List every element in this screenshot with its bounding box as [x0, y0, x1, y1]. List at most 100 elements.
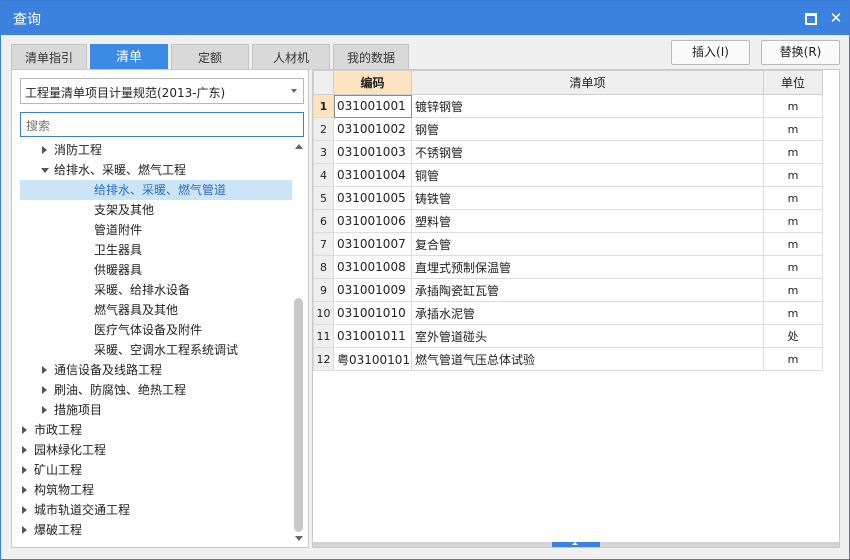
tree-node[interactable]: 给排水、采暖、燃气工程 — [12, 160, 290, 180]
item-cell[interactable]: 室外管道碰头 — [411, 324, 764, 348]
expand-arrow-right-icon[interactable] — [20, 480, 30, 500]
expand-arrow-right-icon[interactable] — [40, 360, 50, 380]
tab-quota[interactable]: 定额 — [171, 44, 249, 70]
tree-node[interactable]: 市政工程 — [12, 420, 290, 440]
tree-node[interactable]: 给排水、采暖、燃气管道 — [20, 180, 292, 200]
unit-cell[interactable]: m — [763, 278, 823, 302]
scroll-up-icon[interactable] — [295, 144, 303, 149]
row-number[interactable]: 4 — [313, 163, 334, 187]
table-row[interactable]: 2 031001002 钢管 m — [313, 117, 823, 141]
tree-node[interactable]: 刷油、防腐蚀、绝热工程 — [12, 380, 290, 400]
item-cell[interactable]: 承插陶瓷缸瓦管 — [411, 278, 764, 302]
code-cell[interactable]: 031001003 — [333, 140, 412, 164]
spec-select[interactable]: 工程量清单项目计量规范(2013-广东) — [20, 78, 304, 104]
search-box[interactable] — [20, 112, 304, 137]
tree-node[interactable]: 构筑物工程 — [12, 480, 290, 500]
tree-node[interactable]: 城市轨道交通工程 — [12, 500, 290, 520]
unit-cell[interactable]: m — [763, 209, 823, 233]
expand-arrow-right-icon[interactable] — [20, 460, 30, 480]
tree-node[interactable]: 消防工程 — [12, 140, 290, 160]
table-row[interactable]: 1 031001001 镀锌钢管 m — [313, 94, 823, 118]
item-cell[interactable]: 不锈钢管 — [411, 140, 764, 164]
table-row[interactable]: 10 031001010 承插水泥管 m — [313, 301, 823, 325]
chevron-up-icon[interactable] — [572, 542, 578, 545]
scroll-down-icon[interactable] — [295, 536, 303, 541]
tree-node[interactable]: 矿山工程 — [12, 460, 290, 480]
tree-node[interactable]: 供暖器具 — [12, 260, 290, 280]
code-cell[interactable]: 031001004 — [333, 163, 412, 187]
code-cell[interactable]: 031001009 — [333, 278, 412, 302]
tree-node[interactable]: 园林绿化工程 — [12, 440, 290, 460]
table-row[interactable]: 8 031001008 直埋式预制保温管 m — [313, 255, 823, 279]
tab-materials[interactable]: 人材机 — [252, 44, 330, 70]
unit-cell[interactable]: 处 — [763, 324, 823, 348]
code-cell[interactable]: 粤031001012 — [333, 347, 412, 371]
code-cell[interactable]: 031001001 — [333, 94, 412, 118]
scroll-thumb[interactable] — [294, 298, 303, 532]
code-cell[interactable]: 031001011 — [333, 324, 412, 348]
unit-cell[interactable]: m — [763, 347, 823, 371]
item-cell[interactable]: 承插水泥管 — [411, 301, 764, 325]
unit-cell[interactable]: m — [763, 301, 823, 325]
item-cell[interactable]: 镀锌钢管 — [411, 94, 764, 118]
tree-node[interactable]: 管道附件 — [12, 220, 290, 240]
item-cell[interactable]: 复合管 — [411, 232, 764, 256]
search-input[interactable] — [24, 114, 298, 137]
expand-arrow-right-icon[interactable] — [20, 420, 30, 440]
row-number[interactable]: 12 — [313, 347, 334, 371]
row-number[interactable]: 3 — [313, 140, 334, 164]
row-number[interactable]: 11 — [313, 324, 334, 348]
tree-node[interactable]: 措施项目 — [12, 400, 290, 420]
row-number[interactable]: 7 — [313, 232, 334, 256]
column-header-unit[interactable]: 单位 — [763, 70, 823, 95]
table-row[interactable]: 9 031001009 承插陶瓷缸瓦管 m — [313, 278, 823, 302]
column-header-item[interactable]: 清单项 — [411, 70, 764, 95]
item-cell[interactable]: 铜管 — [411, 163, 764, 187]
close-icon[interactable]: ✕ — [827, 9, 845, 27]
code-cell[interactable]: 031001002 — [333, 117, 412, 141]
code-cell[interactable]: 031001006 — [333, 209, 412, 233]
item-cell[interactable]: 燃气管道气压总体试验 — [411, 347, 764, 371]
unit-cell[interactable]: m — [763, 163, 823, 187]
code-cell[interactable]: 031001008 — [333, 255, 412, 279]
tree-scrollbar[interactable] — [293, 140, 305, 545]
tab-bill[interactable]: 清单 — [90, 44, 168, 70]
unit-cell[interactable]: m — [763, 232, 823, 256]
row-number[interactable]: 5 — [313, 186, 334, 210]
expand-arrow-down-icon[interactable] — [40, 160, 50, 180]
tree-node[interactable]: 通信设备及线路工程 — [12, 360, 290, 380]
item-cell[interactable]: 直埋式预制保温管 — [411, 255, 764, 279]
code-cell[interactable]: 031001005 — [333, 186, 412, 210]
code-cell[interactable]: 031001007 — [333, 232, 412, 256]
expand-arrow-right-icon[interactable] — [40, 140, 50, 160]
table-row[interactable]: 12 粤031001012 燃气管道气压总体试验 m — [313, 347, 823, 371]
tree-node[interactable]: 爆破工程 — [12, 520, 290, 540]
maximize-icon[interactable] — [801, 9, 819, 27]
expand-arrow-right-icon[interactable] — [20, 440, 30, 460]
unit-cell[interactable]: m — [763, 255, 823, 279]
expand-arrow-right-icon[interactable] — [20, 520, 30, 540]
item-cell[interactable]: 钢管 — [411, 117, 764, 141]
table-row[interactable]: 5 031001005 铸铁管 m — [313, 186, 823, 210]
item-cell[interactable]: 铸铁管 — [411, 186, 764, 210]
row-number[interactable]: 6 — [313, 209, 334, 233]
tree-node[interactable]: 医疗气体设备及附件 — [12, 320, 290, 340]
expand-arrow-right-icon[interactable] — [40, 400, 50, 420]
table-row[interactable]: 4 031001004 铜管 m — [313, 163, 823, 187]
tab-my-data[interactable]: 我的数据 — [333, 44, 409, 70]
tree-node[interactable]: 支架及其他 — [12, 200, 290, 220]
row-number[interactable]: 1 — [313, 94, 334, 118]
tree-node[interactable]: 卫生器具 — [12, 240, 290, 260]
tree-node[interactable]: 采暖、空调水工程系统调试 — [12, 340, 290, 360]
table-row[interactable]: 7 031001007 复合管 m — [313, 232, 823, 256]
table-row[interactable]: 6 031001006 塑料管 m — [313, 209, 823, 233]
column-header-code[interactable]: 编码 — [333, 70, 412, 95]
expand-arrow-right-icon[interactable] — [20, 500, 30, 520]
horizontal-splitter[interactable] — [313, 542, 839, 547]
unit-cell[interactable]: m — [763, 94, 823, 118]
tree-node[interactable]: 燃气器具及其他 — [12, 300, 290, 320]
tab-guide[interactable]: 清单指引 — [11, 44, 87, 70]
unit-cell[interactable]: m — [763, 186, 823, 210]
row-number[interactable]: 8 — [313, 255, 334, 279]
row-number[interactable]: 2 — [313, 117, 334, 141]
